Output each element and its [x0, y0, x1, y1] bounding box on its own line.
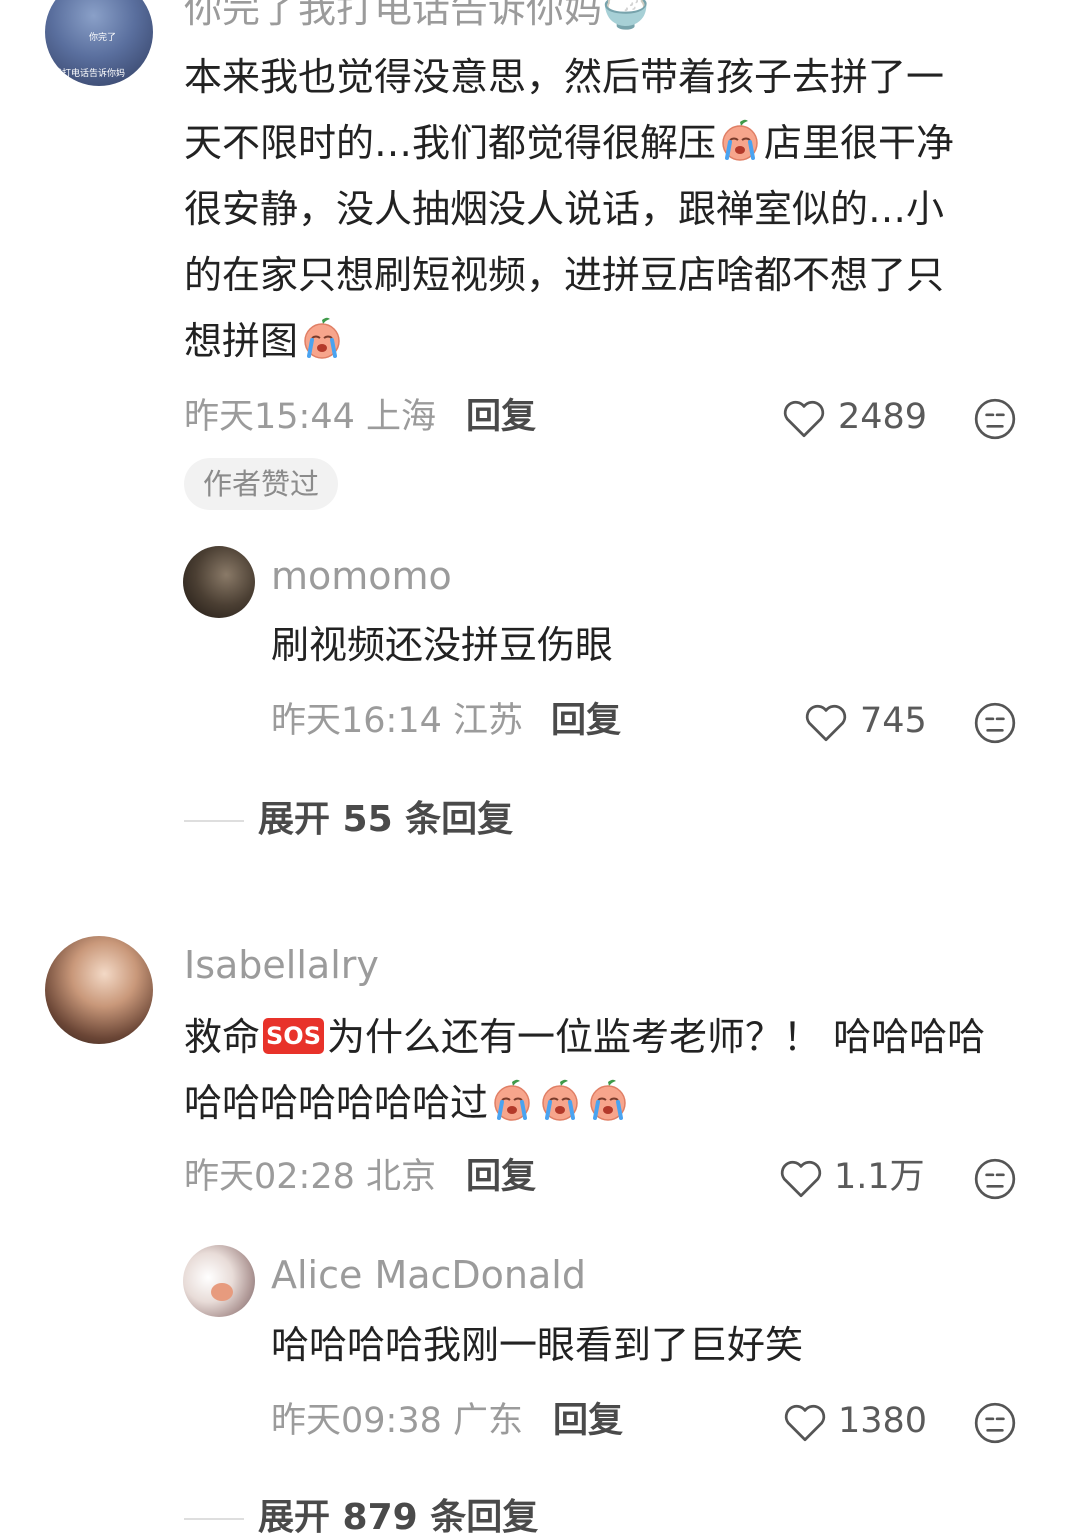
crying-face-emoji-icon [718, 118, 762, 162]
meh-face-icon[interactable] [972, 396, 1018, 442]
comment-meta: 昨天15:44 上海 [184, 397, 437, 437]
divider [184, 820, 244, 822]
reply-body: 刷视频还没拼豆伤眼 [271, 623, 614, 667]
meh-face-icon[interactable] [972, 1156, 1018, 1202]
author-liked-tag: 作者赞过 [184, 458, 338, 510]
reply-body: 哈哈哈哈我刚一眼看到了巨好笑 [271, 1323, 804, 1367]
expand-replies-button[interactable]: 展开 55 条回复 [258, 802, 513, 838]
comment-meta: 昨天02:28 北京 [184, 1157, 437, 1197]
heart-icon[interactable] [803, 700, 849, 746]
like-count: 745 [860, 701, 927, 741]
comment-username[interactable]: 你完了我打电话告诉你妈🍚 [184, 0, 649, 28]
comment-body: 本来我也觉得没意思，然后带着孩子去拼了一 天不限时的…我们都觉得很解压 店里很干净… [184, 55, 955, 363]
meh-face-icon[interactable] [972, 1400, 1018, 1446]
crying-face-emoji-icon [300, 316, 344, 360]
reply-button[interactable]: 回复 [466, 400, 536, 435]
avatar[interactable] [183, 1245, 255, 1317]
crying-face-emoji-icon [490, 1078, 534, 1122]
divider [184, 1518, 244, 1520]
like-count: 2489 [838, 397, 928, 437]
expand-replies-button[interactable]: 展开 879 条回复 [258, 1500, 538, 1536]
meh-face-icon[interactable] [972, 700, 1018, 746]
avatar[interactable] [183, 546, 255, 618]
reply-username[interactable]: Alice MacDonald [271, 1256, 586, 1294]
avatar[interactable]: 你完了 我打电话告诉你妈 [45, 0, 153, 86]
reply-meta: 昨天16:14 江苏 [271, 701, 524, 741]
heart-icon[interactable] [782, 1400, 828, 1446]
avatar[interactable] [45, 936, 153, 1044]
like-count: 1.1万 [834, 1157, 925, 1197]
like-count: 1380 [838, 1401, 928, 1441]
reply-button[interactable]: 回复 [553, 1404, 623, 1439]
reply-button[interactable]: 回复 [466, 1160, 536, 1195]
comment-body: 救命 SOS 为什么还有一位监考老师？！ 哈哈哈哈 哈哈哈哈哈哈哈过 [184, 1015, 986, 1125]
crying-face-emoji-icon [538, 1078, 582, 1122]
crying-face-emoji-icon [586, 1078, 630, 1122]
heart-icon[interactable] [778, 1156, 824, 1202]
heart-icon[interactable] [781, 396, 827, 442]
reply-meta: 昨天09:38 广东 [271, 1401, 524, 1441]
sos-emoji-icon: SOS [263, 1018, 324, 1054]
comment-username[interactable]: Isabellalry [184, 946, 379, 984]
reply-button[interactable]: 回复 [551, 704, 621, 739]
reply-username[interactable]: momomo [271, 557, 452, 595]
